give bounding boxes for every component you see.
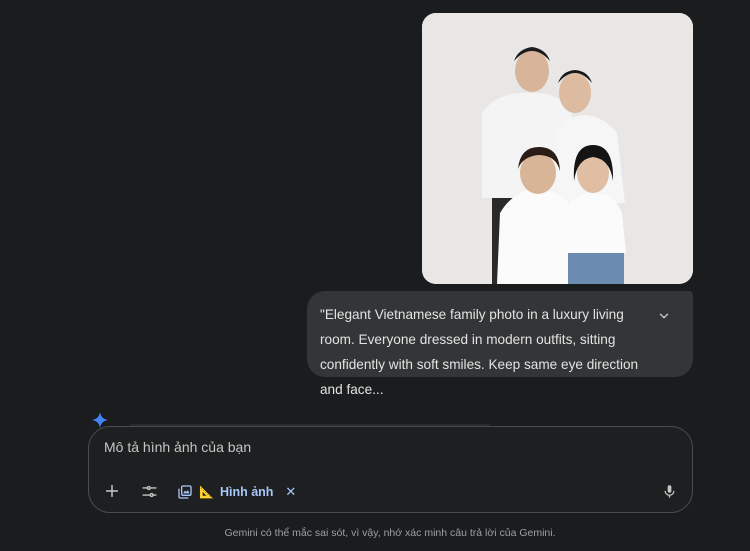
image-tool-chip[interactable]: 📐 Hình ảnh ✕ (177, 481, 296, 503)
microphone-button[interactable] (657, 479, 681, 503)
image-gallery-icon (178, 485, 192, 499)
tools-button[interactable] (137, 479, 161, 503)
prompt-composer: 📐 Hình ảnh ✕ (88, 426, 693, 513)
family-photo-image (422, 13, 693, 284)
triangular-ruler-emoji: 📐 (199, 485, 214, 499)
plus-icon (105, 484, 119, 498)
user-prompt-text: "Elegant Vietnamese family photo in a lu… (320, 307, 639, 397)
user-prompt-bubble: "Elegant Vietnamese family photo in a lu… (307, 291, 693, 397)
tune-icon (141, 485, 157, 497)
disclaimer-text: Gemini có thể mắc sai sót, vì vậy, nhớ x… (224, 527, 556, 539)
add-button[interactable] (100, 479, 124, 503)
chevron-down-icon (659, 313, 669, 319)
expand-prompt-button[interactable] (653, 305, 675, 327)
remove-tool-close-icon[interactable]: ✕ (285, 484, 296, 500)
uploaded-family-photo[interactable] (422, 13, 693, 284)
prompt-input[interactable] (104, 439, 644, 455)
mic-icon (664, 484, 674, 498)
image-tool-label: Hình ảnh (219, 485, 274, 499)
